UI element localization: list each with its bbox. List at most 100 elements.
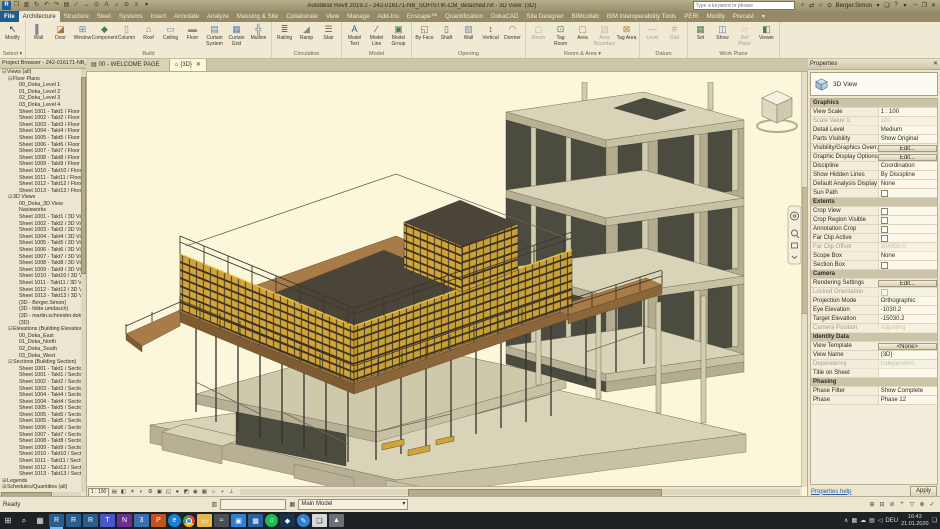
property-row[interactable]: Graphics (811, 99, 937, 108)
taskbar-app-icon[interactable]: R (49, 514, 64, 527)
ribbon-tool[interactable]: ◧ Viewer (756, 23, 777, 50)
taskbar-app-icon[interactable]: P (151, 514, 166, 527)
drawing-area[interactable]: 1 : 100 ▤◧☀◐⚙▣◱●◩◉▦⌂+⊥ (86, 71, 808, 497)
ribbon-tool[interactable]: ◠ Dormer (502, 23, 523, 50)
properties-help-link[interactable]: Properties help (811, 489, 851, 495)
property-row[interactable]: Parts Visibility Show Original (811, 135, 937, 144)
browser-tree-item[interactable]: Sheet 1002 - Takt2 / 3D View (0, 221, 81, 228)
qat-icon[interactable]: ⊙ (92, 1, 101, 10)
browser-tree-item[interactable]: {3D - martin.schneider.doka} (0, 313, 81, 320)
ribbon-tab[interactable]: Modify (703, 11, 729, 22)
browser-tree-item[interactable]: Sheet 1001 - Takt1 / Section (0, 366, 81, 373)
ribbon-tool[interactable]: ▤ Curtain System (204, 23, 225, 50)
qat-icon[interactable]: ↶ (42, 1, 51, 10)
browser-tree-item[interactable]: Sheet 1012 - Takt12 / Section (0, 465, 81, 472)
browser-tree-item[interactable]: Sheet 1007 - Takt7 / 3D View (0, 254, 81, 261)
property-row[interactable]: Phase Phase 12 (811, 396, 937, 405)
property-row[interactable]: Extents (811, 198, 937, 207)
property-row[interactable]: Graphic Display Options Edit... (811, 153, 937, 162)
ribbon-tool[interactable]: ◆ Component (94, 23, 115, 50)
status-icon[interactable]: ⊟ (878, 501, 886, 508)
browser-tree-item[interactable]: Sheet 1013 - Takt13 / Section (0, 471, 81, 478)
taskbar-app-icon[interactable]: e (168, 514, 181, 527)
browser-tree-item[interactable]: 01_Doka_Level 2 (0, 89, 81, 96)
browser-tree-item[interactable]: Sheet 1010 - Takt10 / 3D Vie (0, 273, 81, 280)
qat-icon[interactable]: A (102, 1, 111, 10)
view-control-icon[interactable]: ▦ (200, 488, 208, 496)
property-row[interactable]: View Template <None> (811, 342, 937, 351)
property-row[interactable]: View Name {3D} (811, 351, 937, 360)
view-control-icon[interactable]: ⚙ (146, 488, 154, 496)
browser-tree-item[interactable]: ⊞Schedules/Quantities (all) (0, 484, 81, 491)
browser-tree-item[interactable]: Sheet 1007 - Takt7 / Section (0, 432, 81, 439)
browser-tree-item[interactable]: Sheet 1005 - Takt5 / Floor Pla (0, 135, 81, 142)
ribbon-tool[interactable]: ▬ Floor (182, 23, 203, 50)
browser-tree-item[interactable]: Sheet 1004 - Takt4 / Floor Pla (0, 128, 81, 135)
property-row[interactable]: Section Box (811, 261, 937, 270)
qat-icon[interactable]: ≡ (132, 1, 141, 10)
taskbar-app-icon[interactable]: ▦ (248, 514, 263, 527)
qat-icon[interactable]: ∕ (72, 1, 81, 10)
qat-icon[interactable]: ▤ (62, 1, 71, 10)
taskbar-app-icon[interactable]: ▲ (329, 514, 344, 527)
ribbon-tool[interactable]: ◢ Ramp (296, 23, 317, 50)
ribbon-tool[interactable]: ▌ Wall (28, 23, 49, 50)
browser-tree-item[interactable]: ⊟Floor Plans (0, 76, 81, 83)
browser-tree-item[interactable]: 03_Doka_West (0, 353, 81, 360)
ribbon-tab[interactable]: Massing & Site (233, 11, 282, 22)
property-row[interactable]: Far Clip Offset 304800.0 (811, 243, 937, 252)
property-row[interactable]: Phasing (811, 378, 937, 387)
browser-tree-item[interactable]: Sheet 1011 - Takt11 / 3D Vie (0, 280, 81, 287)
titlebar-icon[interactable]: ? (892, 2, 900, 9)
status-icon[interactable]: ✓ (928, 501, 936, 508)
browser-tree-item[interactable]: Sheet 1013 - Takt13 / Floor P (0, 188, 81, 195)
view-tab[interactable]: ▤ 00 - WELCOME PAGE (86, 58, 170, 71)
taskbar-search-icon[interactable]: ⌕ (16, 512, 32, 529)
language-indicator[interactable]: DEU (885, 518, 898, 524)
browser-tree-item[interactable]: ⊟3D Views (0, 194, 81, 201)
ribbon-group-label[interactable]: Room & Area ▾ (528, 50, 637, 58)
ribbon-tool[interactable]: ▦ Set (690, 23, 711, 50)
ribbon-tab[interactable]: BIM Interoperability Tools (603, 11, 680, 22)
tray-icon[interactable]: ☁ (860, 517, 866, 524)
view-control-icon[interactable]: ◱ (164, 488, 172, 496)
tray-icon[interactable]: ▦ (851, 517, 857, 524)
browser-tree-item[interactable]: 00_Doka_3D View (0, 201, 81, 208)
ribbon-tab[interactable]: Add-Ins (374, 11, 403, 22)
ribbon-tool[interactable]: — Level (642, 23, 663, 50)
ribbon-tab[interactable]: Insert (147, 11, 170, 22)
qat-icon[interactable]: ↻ (32, 1, 41, 10)
browser-tree-item[interactable]: Sheet 1004 - Takt4 / Section (0, 392, 81, 399)
ribbon-group-label[interactable]: Select ▾ (2, 50, 23, 58)
view-control-icon[interactable]: ◐ (137, 488, 145, 496)
canvas-horizontal-scrollbar[interactable] (240, 489, 800, 495)
ribbon-tab[interactable]: File (0, 11, 19, 22)
ribbon-tool[interactable]: ▦ Curtain Grid (226, 23, 247, 50)
navigation-bar[interactable] (788, 206, 801, 264)
clock[interactable]: 16:4321.01.2020 (901, 514, 929, 527)
browser-tree-item[interactable]: Sheet 1005 - Takt5 / Section (0, 418, 81, 425)
qat-icon[interactable]: ⊘ (122, 1, 131, 10)
design-options-dropdown[interactable]: Main Model▾ (298, 499, 408, 510)
ribbon-tab[interactable]: Annotate (170, 11, 203, 22)
browser-tree-item[interactable]: Sheet 1009 - Takt9 / 3D View (0, 267, 81, 274)
browser-tree-item[interactable]: Sheet 1012 - Takt12 / Floor P (0, 181, 81, 188)
ribbon-tab[interactable]: Structure (60, 11, 93, 22)
ribbon-tool[interactable]: ╬ Mullion (248, 23, 269, 50)
browser-vertical-scrollbar[interactable] (81, 69, 86, 492)
view-control-icon[interactable]: ▣ (155, 488, 163, 496)
browser-tree-item[interactable]: {3D} (0, 320, 81, 327)
property-row[interactable]: Projection Mode Orthographic (811, 297, 937, 306)
browser-tree-item[interactable]: 01_Doka_North (0, 339, 81, 346)
taskbar-app-icon[interactable]: N (117, 514, 132, 527)
ribbon-tool[interactable]: ▯ Shaft (436, 23, 457, 50)
titlebar-icon[interactable]: ⇄ (808, 2, 816, 9)
browser-tree-item[interactable]: 00_Doka_Level 1 (0, 82, 81, 89)
view-control-icon[interactable]: ☀ (128, 488, 136, 496)
status-icon[interactable]: ⊘ (888, 501, 896, 508)
browser-tree-item[interactable]: Sheet 1008 - Takt8 / Section (0, 438, 81, 445)
ribbon-tool[interactable]: ▯ Column (116, 23, 137, 50)
ribbon-tab[interactable]: PERI (680, 11, 702, 22)
taskbar-app-icon[interactable]: T (100, 514, 115, 527)
signed-in-user[interactable]: Berger.Simon (836, 3, 872, 9)
